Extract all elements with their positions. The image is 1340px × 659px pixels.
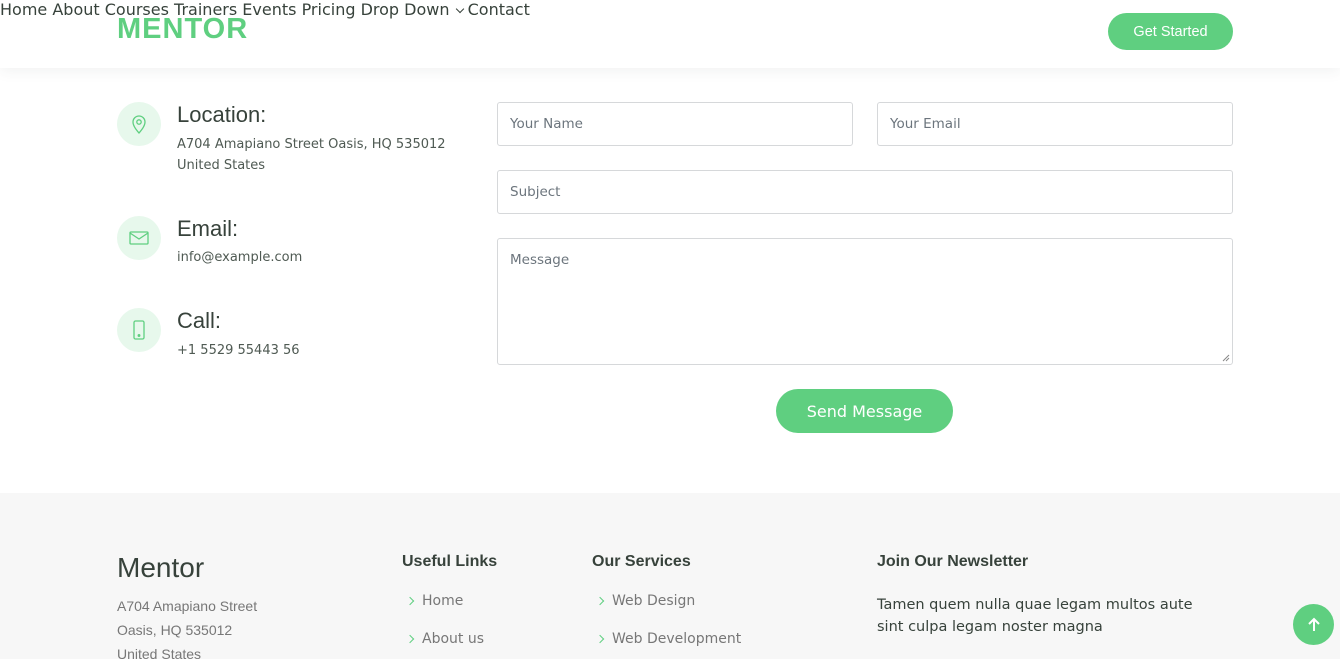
chevron-right-icon <box>595 596 605 606</box>
call-title: Call: <box>177 308 222 333</box>
location-line-1: A704 Amapiano Street Oasis, HQ 535012 <box>177 137 446 152</box>
phone-icon <box>117 308 161 352</box>
footer-link-about-label: About us <box>422 631 485 647</box>
site-header: MENTOR Home About Courses Trainers Event… <box>0 0 1340 68</box>
newsletter-text: Tamen quem nulla quae legam multos aute … <box>877 597 1193 635</box>
chevron-right-icon <box>405 634 415 644</box>
envelope-icon <box>117 216 161 260</box>
chevron-right-icon <box>595 634 605 644</box>
email-input[interactable]: Your Email <box>877 102 1233 146</box>
chevron-down-icon <box>455 4 464 14</box>
footer-link-about[interactable]: About us <box>405 631 485 647</box>
arrow-up-icon <box>1307 617 1320 631</box>
nav-dropdown[interactable]: Drop Down <box>360 0 464 19</box>
resize-handle-icon[interactable] <box>1222 354 1230 362</box>
nav-about[interactable]: About <box>52 0 99 19</box>
footer-service-web-development[interactable]: Web Development <box>595 631 742 647</box>
map-pin-icon <box>117 102 161 146</box>
site-footer: Mentor A704 Amapiano Street Oasis, HQ 53… <box>0 493 1340 659</box>
email-value: info@example.com <box>177 250 303 265</box>
footer-brand: Mentor <box>117 552 205 583</box>
footer-link-home[interactable]: Home <box>405 593 464 609</box>
message-placeholder: Message <box>510 252 570 268</box>
email-title: Email: <box>177 216 239 241</box>
nav-events[interactable]: Events <box>242 0 296 19</box>
our-services-heading: Our Services <box>592 553 691 570</box>
nav-contact[interactable]: Contact <box>468 0 530 19</box>
location-line-2: United States <box>177 158 266 173</box>
nav-home[interactable]: Home <box>0 0 47 19</box>
call-value: +1 5529 55443 56 <box>177 343 300 358</box>
footer-address-line-1: A704 Amapiano Street <box>117 598 258 614</box>
newsletter-heading: Join Our Newsletter <box>877 553 1029 570</box>
footer-address-line-3: United States <box>117 646 202 659</box>
site-logo[interactable]: MENTOR <box>117 13 248 46</box>
footer-service-web-design[interactable]: Web Design <box>595 593 696 609</box>
footer-link-home-label: Home <box>422 593 464 609</box>
footer-service-web-development-label: Web Development <box>612 631 742 647</box>
name-input[interactable]: Your Name <box>497 102 853 146</box>
footer-service-web-design-label: Web Design <box>612 593 696 609</box>
location-title: Location: <box>177 102 267 127</box>
subject-input[interactable]: Subject <box>497 170 1233 214</box>
chevron-right-icon <box>405 596 415 606</box>
nav-dropdown-label: Drop Down <box>360 0 450 19</box>
footer-address-line-2: Oasis, HQ 535012 <box>117 622 233 638</box>
get-started-button[interactable]: Get Started <box>1108 13 1233 50</box>
useful-links-heading: Useful Links <box>402 553 498 570</box>
message-textarea[interactable]: Message <box>497 238 1233 365</box>
nav-pricing[interactable]: Pricing <box>302 0 356 19</box>
back-to-top-button[interactable] <box>1293 604 1334 645</box>
send-message-button[interactable]: Send Message <box>776 389 953 433</box>
